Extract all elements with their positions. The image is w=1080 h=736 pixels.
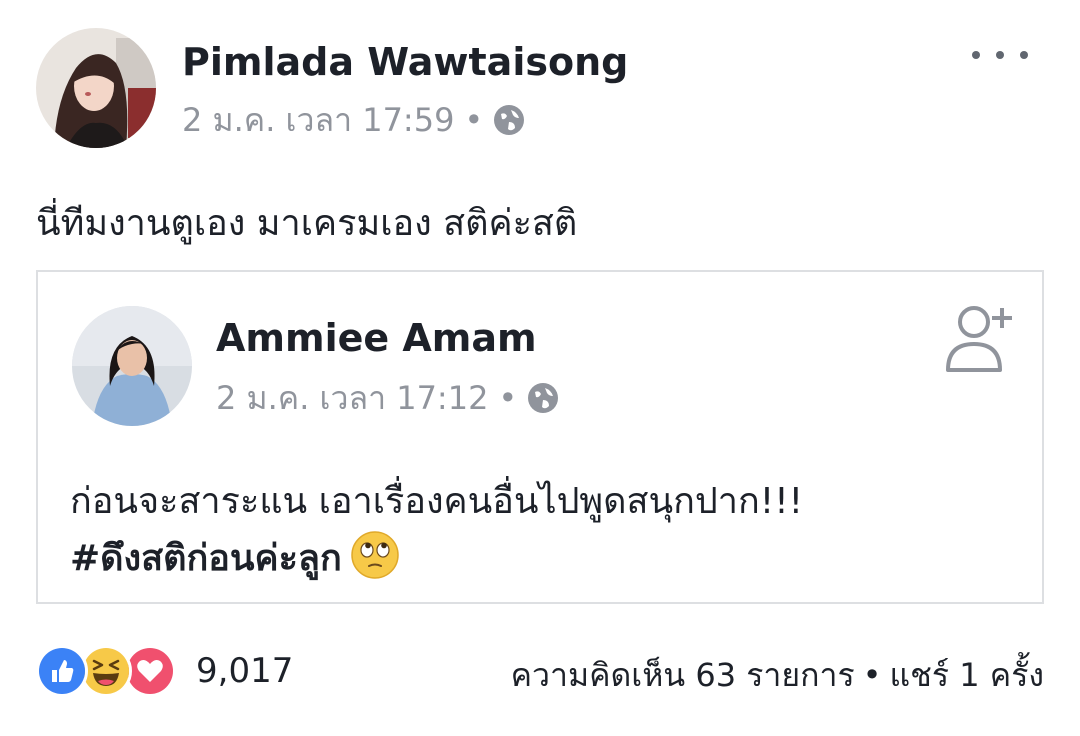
author-name[interactable]: Pimlada Wawtaisong [182, 40, 628, 84]
globe-icon[interactable] [493, 104, 525, 136]
comments-count[interactable]: ความคิดเห็น 63 รายการ [511, 656, 855, 694]
post-text: นี่ทีมงานตูเอง มาเครมเอง สติค่ะสติ [36, 203, 578, 244]
globe-icon[interactable] [527, 382, 559, 414]
add-friend-icon[interactable] [938, 300, 1018, 372]
stats-separator: • [862, 656, 882, 694]
shared-post-line: ก่อนจะสาระแน เอาเรื่องคนอื่นไปพูดสนุกปาก… [70, 481, 804, 522]
shares-count[interactable]: แชร์ 1 ครั้ง [890, 656, 1044, 694]
shared-post-timestamp[interactable]: 2 ม.ค. เวลา 17:12 [216, 373, 488, 424]
more-dot [972, 51, 980, 59]
meta-separator: • [498, 379, 518, 417]
meta-separator: • [464, 101, 484, 139]
like-reaction-icon [36, 645, 88, 697]
hashtag-link[interactable]: #ดึงสติก่อนค่ะลูก [70, 538, 342, 579]
post-timestamp[interactable]: 2 ม.ค. เวลา 17:59 [182, 95, 454, 146]
engagement-stats: ความคิดเห็น 63 รายการ • แชร์ 1 ครั้ง [511, 650, 1044, 701]
more-dot [1020, 51, 1028, 59]
eye-roll-emoji [350, 530, 400, 580]
more-options-icon[interactable] [972, 40, 1028, 70]
author-avatar[interactable] [36, 28, 156, 148]
post-meta: 2 ม.ค. เวลา 17:59 • [182, 100, 525, 140]
more-dot [996, 51, 1004, 59]
shared-author-avatar[interactable] [72, 306, 192, 426]
shared-author-name[interactable]: Ammiee Amam [216, 316, 537, 360]
reactions-summary[interactable]: 9,017 [36, 645, 293, 697]
shared-post-hashtag-line: #ดึงสติก่อนค่ะลูก [70, 530, 803, 587]
shared-post-text: ก่อนจะสาระแน เอาเรื่องคนอื่นไปพูดสนุกปาก… [70, 474, 803, 587]
shared-post-meta: 2 ม.ค. เวลา 17:12 • [216, 378, 559, 418]
reaction-count[interactable]: 9,017 [196, 651, 293, 691]
